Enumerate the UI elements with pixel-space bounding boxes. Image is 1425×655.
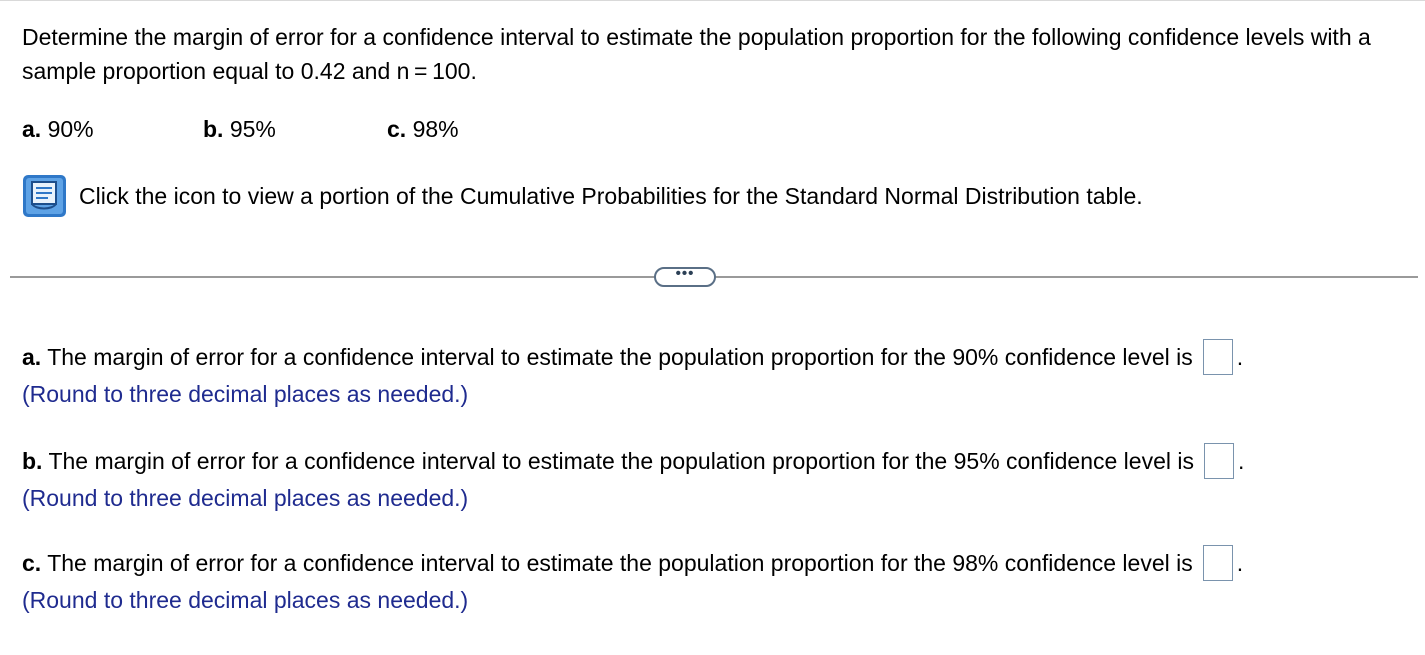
- table-link-text: Click the icon to view a portion of the …: [79, 183, 1143, 209]
- answer-c: c. The margin of error for a confidence …: [22, 543, 1417, 617]
- answer-b-period: .: [1237, 448, 1245, 474]
- answer-c-label: c.: [22, 550, 42, 576]
- answer-b-hint: (Round to three decimal places as needed…: [22, 485, 469, 511]
- part-c-level: c. 98%: [387, 112, 459, 146]
- answer-a-period: .: [1236, 344, 1244, 370]
- part-b-label: b.: [203, 116, 224, 142]
- answer-c-text: The margin of error for a confidence int…: [47, 550, 1193, 576]
- part-c-label: c.: [387, 116, 407, 142]
- answer-b-prompt: b. The margin of error for a confidence …: [22, 441, 1417, 481]
- answer-c-prompt: c. The margin of error for a confidence …: [22, 543, 1417, 583]
- part-b-value: 95%: [229, 116, 276, 142]
- answer-a-text: The margin of error for a confidence int…: [47, 344, 1193, 370]
- part-b-level: b. 95%: [203, 112, 276, 146]
- answer-a-input[interactable]: [1202, 339, 1233, 375]
- expand-more-button[interactable]: •••: [654, 266, 716, 287]
- answer-a-label: a.: [22, 344, 42, 370]
- answer-a-prompt: a. The margin of error for a confidence …: [22, 337, 1417, 377]
- part-c-value: 98%: [412, 116, 459, 142]
- answer-c-period: .: [1236, 550, 1244, 576]
- question-text: Determine the margin of error for a conf…: [22, 24, 1371, 84]
- answer-b: b. The margin of error for a confidence …: [22, 441, 1417, 515]
- answer-a-hint: (Round to three decimal places as needed…: [22, 381, 469, 407]
- answer-a: a. The margin of error for a confidence …: [22, 337, 1417, 411]
- normal-table-link: Click the icon to view a portion of the …: [22, 174, 1143, 218]
- table-book-icon[interactable]: [22, 174, 67, 218]
- part-a-value: 90%: [47, 116, 94, 142]
- answer-b-input[interactable]: [1203, 443, 1234, 479]
- answer-b-text: The margin of error for a confidence int…: [48, 448, 1194, 474]
- answer-c-hint: (Round to three decimal places as needed…: [22, 587, 469, 613]
- top-divider: [0, 0, 1425, 1]
- part-a-level: a. 90%: [22, 112, 94, 146]
- answer-b-label: b.: [22, 448, 43, 474]
- answer-c-input[interactable]: [1202, 545, 1233, 581]
- part-a-label: a.: [22, 116, 42, 142]
